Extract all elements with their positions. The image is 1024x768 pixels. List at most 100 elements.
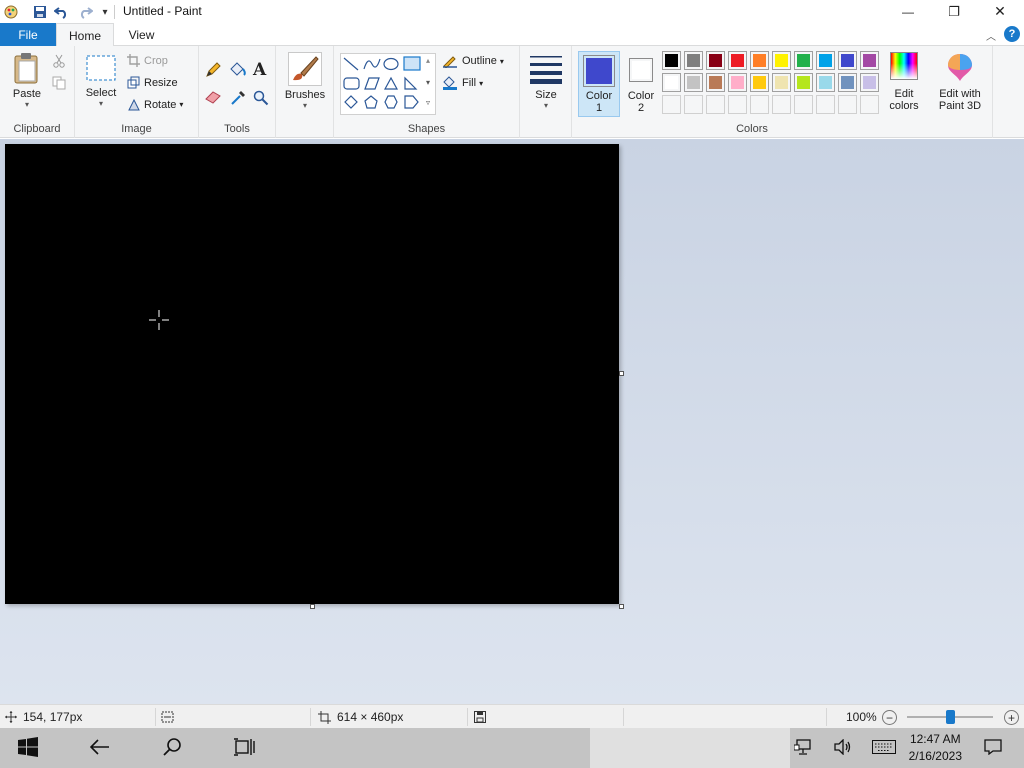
brushes-button[interactable]: Brushes ▾ bbox=[282, 52, 328, 110]
task-view-button[interactable] bbox=[222, 728, 266, 768]
undo-icon[interactable] bbox=[53, 3, 71, 21]
select-dropdown-icon: ▾ bbox=[98, 99, 103, 108]
text-a-icon: A bbox=[253, 60, 267, 80]
copy-icon bbox=[52, 76, 66, 90]
pencil-tool[interactable] bbox=[205, 62, 221, 78]
zoom-slider[interactable] bbox=[907, 710, 993, 724]
custom-color-slot[interactable] bbox=[794, 95, 813, 114]
canvas-resize-handle-right[interactable] bbox=[619, 371, 624, 376]
text-tool[interactable]: A bbox=[253, 60, 266, 80]
tab-view[interactable]: View bbox=[114, 23, 169, 46]
palette-swatch[interactable] bbox=[662, 51, 681, 70]
custom-color-slot[interactable] bbox=[706, 95, 725, 114]
custom-color-slot[interactable] bbox=[816, 95, 835, 114]
outline-label: Outline bbox=[462, 55, 497, 67]
redo-icon[interactable] bbox=[76, 3, 94, 21]
palette-swatch[interactable] bbox=[750, 51, 769, 70]
palette-swatch[interactable] bbox=[662, 73, 681, 92]
palette-swatch[interactable] bbox=[728, 51, 747, 70]
custom-color-slot[interactable] bbox=[838, 95, 857, 114]
palette-swatch[interactable] bbox=[728, 73, 747, 92]
clipboard-group: Paste ▾ Clipboard bbox=[0, 46, 75, 138]
outline-button[interactable]: Outline ▾ bbox=[442, 54, 504, 68]
shapes-gallery-icons[interactable] bbox=[341, 54, 437, 116]
palette-swatch[interactable] bbox=[816, 73, 835, 92]
save-icon[interactable] bbox=[31, 3, 49, 21]
zoom-in-button[interactable]: + bbox=[1004, 710, 1019, 725]
palette-swatch[interactable] bbox=[684, 51, 703, 70]
zoom-level-text: 100% bbox=[846, 710, 877, 724]
palette-swatch[interactable] bbox=[816, 51, 835, 70]
palette-swatch[interactable] bbox=[772, 51, 791, 70]
custom-color-slot[interactable] bbox=[662, 95, 681, 114]
color-picker-tool[interactable] bbox=[230, 90, 246, 106]
custom-color-slot[interactable] bbox=[750, 95, 769, 114]
action-center-button[interactable] bbox=[980, 728, 1006, 768]
maximize-button[interactable]: ❐ bbox=[931, 0, 977, 23]
tab-file[interactable]: File bbox=[0, 23, 56, 46]
back-button[interactable] bbox=[78, 728, 122, 768]
close-icon: ✕ bbox=[994, 3, 1006, 19]
shapes-scroll-down-icon[interactable]: ▾ bbox=[426, 78, 430, 87]
custom-color-slot[interactable] bbox=[728, 95, 747, 114]
rotate-button[interactable]: Rotate ▾ bbox=[127, 98, 183, 111]
palette-swatch[interactable] bbox=[706, 73, 725, 92]
color2-button[interactable]: Color 2 bbox=[622, 52, 660, 114]
palette-swatch[interactable] bbox=[860, 51, 879, 70]
size-button[interactable]: Size ▾ bbox=[526, 54, 566, 110]
color1-button[interactable]: Color 1 bbox=[578, 51, 620, 117]
color2-number: 2 bbox=[637, 102, 645, 114]
minimize-button[interactable]: — bbox=[885, 0, 931, 23]
canvas-resize-handle-corner[interactable] bbox=[619, 604, 624, 609]
color2-swatch bbox=[629, 58, 653, 82]
palette-swatch[interactable] bbox=[684, 73, 703, 92]
copy-button[interactable] bbox=[52, 76, 66, 90]
start-button[interactable] bbox=[8, 728, 48, 768]
resize-button[interactable]: Resize bbox=[127, 76, 178, 89]
network-button[interactable] bbox=[790, 728, 816, 768]
cut-icon bbox=[52, 54, 66, 68]
brush-icon bbox=[288, 52, 322, 86]
canvas-resize-handle-bottom[interactable] bbox=[310, 604, 315, 609]
drawing-canvas[interactable] bbox=[5, 144, 619, 604]
custom-color-slot[interactable] bbox=[860, 95, 879, 114]
fill-tool[interactable] bbox=[229, 62, 247, 78]
palette-swatch[interactable] bbox=[750, 73, 769, 92]
cut-button[interactable] bbox=[52, 54, 66, 68]
status-bar: 154, 177px 614 × 460px 100% − + bbox=[0, 704, 1024, 728]
fill-button[interactable]: Fill ▾ bbox=[442, 76, 483, 90]
eraser-tool[interactable] bbox=[205, 90, 221, 104]
palette-swatch[interactable] bbox=[794, 73, 813, 92]
customize-toolbar-icon[interactable]: ▾ bbox=[96, 3, 114, 21]
search-button[interactable] bbox=[150, 728, 194, 768]
custom-color-slot[interactable] bbox=[684, 95, 703, 114]
zoom-slider-thumb[interactable] bbox=[946, 710, 955, 724]
tab-home[interactable]: Home bbox=[56, 23, 114, 47]
select-button[interactable]: Select ▾ bbox=[81, 54, 121, 108]
zoom-out-button[interactable]: − bbox=[882, 710, 897, 725]
edit-with-paint3d-button[interactable]: Edit with Paint 3D bbox=[932, 52, 988, 112]
shapes-scroll-up-icon[interactable]: ▴ bbox=[426, 56, 430, 65]
close-button[interactable]: ✕ bbox=[977, 0, 1023, 23]
collapse-ribbon-icon[interactable]: ︿ bbox=[986, 28, 996, 43]
system-clock[interactable]: 12:47 AM 2/16/2023 bbox=[909, 731, 962, 765]
custom-color-slot[interactable] bbox=[772, 95, 791, 114]
paint3d-label-line2: Paint 3D bbox=[938, 100, 982, 112]
palette-swatch[interactable] bbox=[838, 73, 857, 92]
edit-colors-button[interactable]: Edit colors bbox=[884, 52, 924, 112]
palette-swatch[interactable] bbox=[706, 51, 725, 70]
help-icon[interactable]: ? bbox=[1004, 26, 1020, 42]
touch-keyboard-button[interactable] bbox=[870, 728, 898, 768]
volume-button[interactable] bbox=[830, 728, 856, 768]
magnifier-tool[interactable] bbox=[253, 90, 269, 106]
palette-swatch[interactable] bbox=[772, 73, 791, 92]
palette-swatch-fill bbox=[731, 76, 744, 89]
palette-swatch[interactable] bbox=[794, 51, 813, 70]
shapes-expand-icon[interactable]: ▿ bbox=[426, 98, 430, 107]
paste-button[interactable]: Paste ▾ bbox=[6, 52, 48, 109]
paint-app-icon[interactable] bbox=[2, 3, 20, 21]
palette-swatch[interactable] bbox=[860, 73, 879, 92]
crop-button[interactable]: Crop bbox=[127, 54, 168, 67]
palette-swatch[interactable] bbox=[838, 51, 857, 70]
canvas-workspace[interactable] bbox=[0, 139, 1024, 704]
